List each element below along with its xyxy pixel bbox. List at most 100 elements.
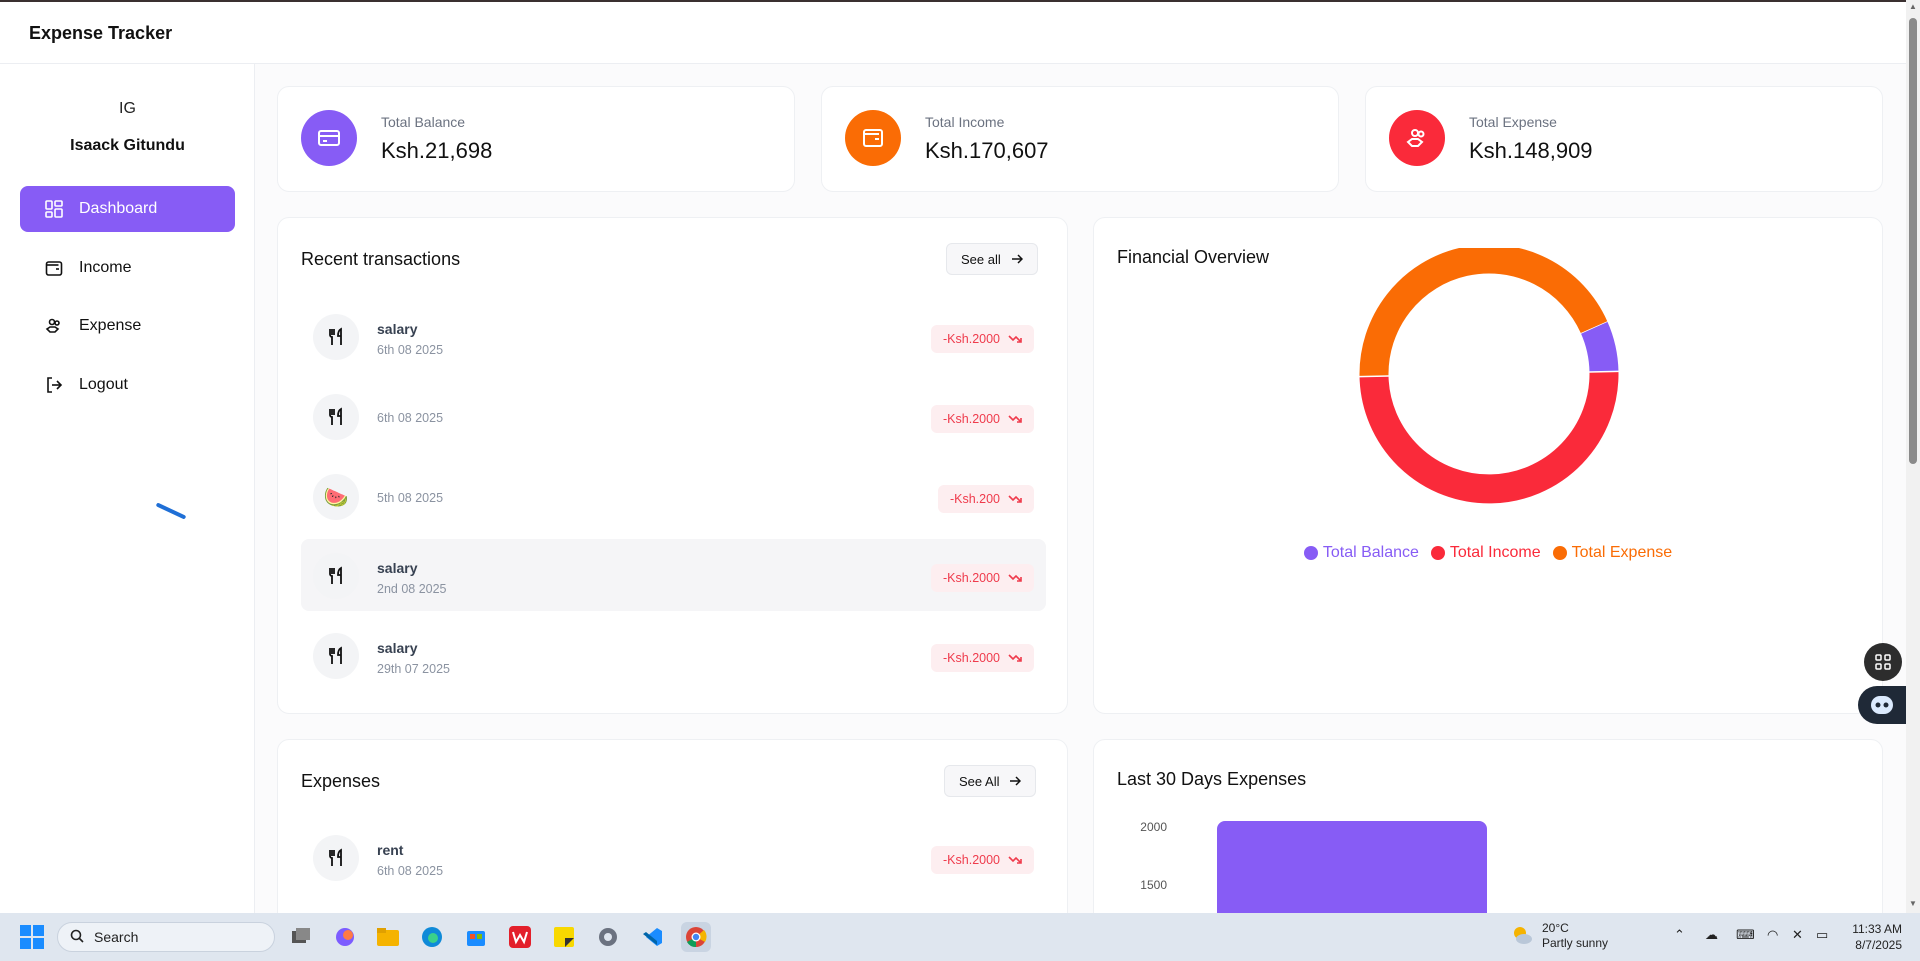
see-all-expenses-button[interactable]: See All bbox=[944, 765, 1037, 797]
transaction-row[interactable]: salary 6th 08 2025 -Ksh.2000 bbox=[301, 300, 1046, 372]
sidebar-item-income[interactable]: Income bbox=[20, 245, 235, 291]
watermelon-icon: 🍉 bbox=[313, 474, 359, 520]
see-all-label: See all bbox=[961, 251, 1001, 267]
page-scrollbar[interactable]: ▲ ▼ bbox=[1906, 0, 1920, 913]
weather-temperature: 20°C bbox=[1542, 921, 1569, 935]
wifi-icon[interactable]: ◠ bbox=[1767, 927, 1778, 943]
donut-slice-total-expense[interactable] bbox=[1359, 248, 1608, 377]
expense-bar[interactable] bbox=[1217, 821, 1487, 913]
chart-legend: Total Balance Total Income Total Expense bbox=[1094, 544, 1882, 562]
onedrive-icon[interactable]: ☁ bbox=[1705, 927, 1718, 943]
transaction-row[interactable]: 🍉 5th 08 2025 -Ksh.200 bbox=[301, 460, 1046, 532]
windows-start-icon[interactable] bbox=[20, 925, 44, 954]
edge-browser-icon[interactable] bbox=[417, 922, 447, 952]
recent-transactions-title: Recent transactions bbox=[301, 249, 461, 269]
weather-widget[interactable]: 20°C Partly sunny bbox=[1510, 921, 1608, 951]
see-all-button[interactable]: See all bbox=[946, 243, 1038, 275]
donut-slice-separator bbox=[1589, 370, 1619, 373]
task-view-icon[interactable] bbox=[286, 922, 316, 952]
trend-down-icon bbox=[1008, 334, 1022, 344]
expense-date: 6th 08 2025 bbox=[377, 864, 444, 878]
file-explorer-icon[interactable] bbox=[373, 922, 403, 952]
stat-value: Ksh.170,607 bbox=[925, 138, 1049, 163]
vscode-icon[interactable] bbox=[637, 922, 667, 952]
sticky-notes-icon[interactable] bbox=[549, 922, 579, 952]
utensils-icon bbox=[313, 633, 359, 679]
sidebar-item-label: Logout bbox=[79, 376, 128, 393]
last-30-days-card: Last 30 Days Expenses 2000 1500 bbox=[1093, 739, 1883, 913]
scroll-up-arrow-icon[interactable]: ▲ bbox=[1909, 3, 1917, 11]
system-clock[interactable]: 11:33 AM 8/7/2025 bbox=[1840, 921, 1902, 953]
chevron-up-icon[interactable]: ⌃ bbox=[1674, 927, 1685, 943]
chrome-browser-icon[interactable] bbox=[681, 922, 711, 952]
transaction-amount-badge: -Ksh.200 bbox=[937, 485, 1034, 513]
app-title: Expense Tracker bbox=[29, 23, 173, 43]
financial-overview-donut-chart bbox=[1359, 248, 1619, 504]
last-30-days-title: Last 30 Days Expenses bbox=[1117, 769, 1307, 789]
utensils-icon bbox=[313, 553, 359, 599]
expense-row[interactable]: rent 6th 08 2025 -Ksh.2000 bbox=[301, 821, 1046, 893]
transaction-name: salary bbox=[377, 560, 418, 576]
legend-label: Total Expense bbox=[1571, 544, 1673, 561]
dashboard-icon bbox=[44, 199, 64, 219]
legend-dot bbox=[1303, 546, 1318, 560]
volume-muted-icon[interactable]: ✕ bbox=[1792, 927, 1803, 943]
transaction-row[interactable]: salary 29th 07 2025 -Ksh.2000 bbox=[301, 619, 1046, 691]
trend-down-icon bbox=[1008, 653, 1022, 663]
trend-down-icon bbox=[1008, 414, 1022, 424]
donut-slice-total-income[interactable] bbox=[1359, 371, 1619, 504]
transaction-name: salary bbox=[377, 640, 418, 656]
sidebar-item-logout[interactable]: Logout bbox=[20, 362, 235, 408]
copilot-icon[interactable] bbox=[330, 922, 360, 952]
wps-office-icon[interactable] bbox=[505, 922, 535, 952]
search-icon bbox=[70, 929, 84, 946]
top-header: Expense Tracker bbox=[0, 2, 1906, 64]
sidebar-item-label: Income bbox=[79, 259, 132, 276]
expenses-title: Expenses bbox=[301, 771, 381, 791]
battery-icon[interactable]: ▭ bbox=[1816, 927, 1828, 943]
stat-card-total-expense: Total Expense Ksh.148,909 bbox=[1365, 86, 1883, 192]
transaction-date: 5th 08 2025 bbox=[377, 491, 444, 505]
search-label: Search bbox=[94, 929, 139, 945]
transaction-amount-badge: -Ksh.2000 bbox=[931, 325, 1034, 353]
expense-amount: -Ksh.2000 bbox=[943, 853, 1000, 867]
stat-card-total-balance: Total Balance Ksh.21,698 bbox=[277, 86, 795, 192]
utensils-icon bbox=[313, 314, 359, 360]
y-tick-label: 2000 bbox=[1140, 820, 1167, 834]
stat-label: Total Balance bbox=[381, 114, 466, 130]
sidebar-item-dashboard[interactable]: Dashboard bbox=[20, 186, 235, 232]
sidebar-item-expense[interactable]: Expense bbox=[20, 303, 235, 349]
sidebar-item-label: Expense bbox=[79, 317, 142, 334]
taskbar-search-box[interactable]: Search bbox=[57, 922, 275, 952]
transaction-amount: -Ksh.2000 bbox=[943, 571, 1000, 585]
apps-grid-icon[interactable] bbox=[1864, 643, 1902, 681]
scroll-thumb[interactable] bbox=[1909, 18, 1917, 464]
transaction-date: 6th 08 2025 bbox=[377, 411, 444, 425]
donut-slice-total-balance[interactable] bbox=[1580, 321, 1619, 373]
keyboard-icon[interactable]: ⌨ bbox=[1736, 927, 1755, 943]
legend-dot bbox=[1552, 546, 1567, 560]
loading-indicator bbox=[155, 502, 187, 520]
scroll-down-arrow-icon[interactable]: ▼ bbox=[1909, 900, 1917, 908]
transaction-amount-badge: -Ksh.2000 bbox=[931, 405, 1034, 433]
weather-description: Partly sunny bbox=[1542, 936, 1609, 950]
browser-viewport: Expense Tracker IG Isaack Gitundu Dashbo… bbox=[0, 0, 1906, 913]
transaction-amount: -Ksh.200 bbox=[949, 492, 1000, 506]
legend-dot bbox=[1430, 546, 1445, 560]
recent-transactions-card: Recent transactions See all salary 6th 0… bbox=[277, 217, 1068, 714]
transaction-row[interactable]: salary 2nd 08 2025 -Ksh.2000 bbox=[301, 539, 1046, 611]
utensils-icon bbox=[313, 394, 359, 440]
settings-gear-icon[interactable] bbox=[593, 922, 623, 952]
transaction-amount: -Ksh.2000 bbox=[943, 332, 1000, 346]
wallet-icon bbox=[845, 110, 901, 166]
transaction-row[interactable]: 6th 08 2025 -Ksh.2000 bbox=[301, 380, 1046, 452]
arrow-right-icon bbox=[1009, 775, 1022, 787]
transaction-name: salary bbox=[377, 321, 418, 337]
transaction-amount-badge: -Ksh.2000 bbox=[931, 564, 1034, 592]
assistant-bot-icon[interactable] bbox=[1858, 686, 1906, 724]
microsoft-store-icon[interactable] bbox=[461, 922, 491, 952]
arrow-right-icon bbox=[1011, 253, 1023, 265]
see-all-label: See All bbox=[959, 773, 1000, 789]
hand-coins-icon bbox=[44, 316, 64, 336]
transaction-date: 6th 08 2025 bbox=[377, 343, 444, 357]
